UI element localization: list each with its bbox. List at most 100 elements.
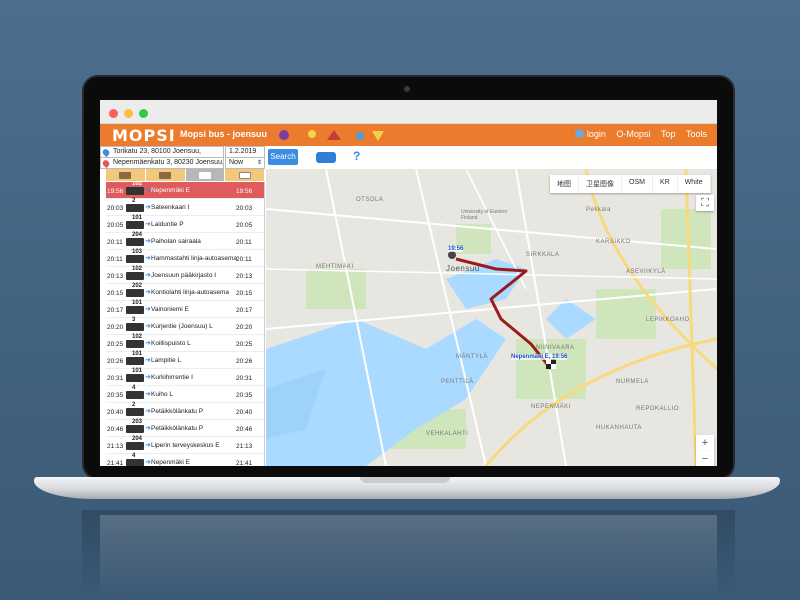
departure-time: 20:35 — [107, 392, 124, 399]
route-row[interactable]: 21:13 204 ➜ Liperin terveyskeskus E 21:13 — [106, 436, 264, 454]
nav-links: login O-Mopsi Top Tools — [567, 129, 707, 139]
route-row[interactable]: 20:03 2 ➜ Sateenkaari I 20:03 — [106, 198, 264, 216]
stop-name: Petäikkölänkatu P — [151, 408, 204, 415]
line-number: 101 — [132, 215, 143, 221]
to-input[interactable]: Nepenmäenkatu 3, 80230 Joensuu, — [100, 157, 224, 169]
route-row[interactable]: 20:05 101 ➜ Laiduntie P 20:05 — [106, 215, 264, 233]
route-row[interactable]: 20:40 2 ➜ Petäikkölänkatu P 20:40 — [106, 402, 264, 420]
tab-photos[interactable] — [146, 169, 186, 181]
arrival-time: 21:41 — [236, 460, 253, 466]
arrival-time: 20:11 — [236, 239, 252, 246]
bus-icon — [126, 272, 144, 280]
route-row[interactable]: 20:20 3 ➜ Kurjentie (Joensuu) L 20:20 — [106, 317, 264, 335]
line-number: 102 — [132, 266, 143, 272]
minimize-window-button[interactable] — [124, 109, 133, 118]
map-type-osm[interactable]: OSM — [622, 175, 653, 193]
nav-tools[interactable]: Tools — [686, 129, 707, 139]
line-number: 4 — [132, 453, 136, 459]
arrival-time: 20:13 — [236, 273, 253, 280]
destination-pin-icon — [101, 158, 111, 168]
route-row[interactable]: 20:11 204 ➜ Paiholan sairaala 20:11 — [106, 232, 264, 250]
route-row[interactable]: 20:35 4 ➜ Kuiho L 20:35 — [106, 385, 264, 403]
stop-name: Vainoniemi E — [151, 306, 189, 313]
bus-icon — [126, 238, 144, 246]
map-label-sirkkala: SIRKKALA — [526, 252, 560, 258]
end-marker-label[interactable]: Nepenmäki E, 19:56 — [511, 354, 568, 360]
map-type-map[interactable]: 地图 — [550, 175, 579, 193]
bus-icon — [126, 306, 144, 314]
departure-time: 20:11 — [107, 239, 123, 246]
walk-arrow-icon: ➜ — [145, 238, 151, 245]
stop-name: Kontiolahti linja-autoasema — [151, 289, 230, 296]
departure-time: 20:05 — [107, 222, 124, 229]
bus-icon — [126, 255, 144, 263]
map-label-university: University of Eastern Finland — [461, 209, 508, 221]
route-row[interactable]: 20:26 101 ➜ Lampitie L 20:26 — [106, 351, 264, 369]
help-button[interactable]: ? — [353, 149, 360, 163]
route-row[interactable]: 21:41 4 ➜ Nepenmäki E 21:41 — [106, 453, 264, 466]
map-view[interactable]: 地图 卫星图像 OSM KR White ⛶ + − OTSOLA MEHTIM… — [266, 169, 717, 466]
route-row[interactable]: 19:56 102 ➜ Nepenmäki E 19:56 — [106, 182, 264, 199]
departure-time: 20:46 — [107, 426, 124, 433]
walk-arrow-icon: ➜ — [145, 255, 151, 262]
nav-top[interactable]: Top — [661, 129, 676, 139]
select-arrows-icon: ⇕ — [256, 160, 262, 166]
route-row[interactable]: 20:13 102 ➜ Joensuun pääkirjasto I 20:13 — [106, 266, 264, 284]
route-row[interactable]: 20:17 101 ➜ Vainoniemi E 20:17 — [106, 300, 264, 318]
laptop-screen: MOPSI Mopsi bus - joensuu login O-Mopsi … — [100, 100, 717, 466]
route-row[interactable]: 20:25 102 ➜ Koillispuisto L 20:25 — [106, 334, 264, 352]
map-label-penttila: PENTTILÄ — [441, 379, 474, 385]
departure-time: 21:13 — [107, 443, 124, 450]
bus-mode-icon[interactable] — [316, 152, 336, 163]
route-row[interactable]: 20:11 103 ➜ Hammastahti linja-autoasema 20:1… — [106, 249, 264, 267]
origin-pin-icon — [101, 147, 111, 157]
time-select[interactable]: Now ⇕ — [225, 157, 265, 169]
arrival-time: 20:17 — [236, 307, 253, 314]
nav-login[interactable]: login — [587, 129, 606, 139]
stop-name: Liperin terveyskeskus E — [151, 442, 220, 449]
line-number: 102 — [132, 334, 143, 340]
nav-o-mopsi[interactable]: O-Mopsi — [616, 129, 650, 139]
arrival-time: 20:25 — [236, 341, 253, 348]
stop-name: Lampitie L — [151, 357, 181, 364]
camera-icon — [159, 171, 172, 179]
walk-arrow-icon: ➜ — [145, 187, 151, 194]
maximize-window-button[interactable] — [139, 109, 148, 118]
map-label-mantyla: MÄNTYLÄ — [456, 354, 488, 360]
bus-icon — [126, 221, 144, 229]
mopsi-logo[interactable]: MOPSI — [112, 126, 176, 145]
map-type-satellite[interactable]: 卫星图像 — [579, 175, 622, 193]
route-row[interactable]: 20:15 202 ➜ Kontiolahti linja-autoasema 20:1… — [106, 283, 264, 301]
departure-time: 20:03 — [107, 205, 124, 212]
departure-time: 20:40 — [107, 409, 124, 416]
arrival-time: 20:03 — [236, 205, 253, 212]
start-marker-label[interactable]: 19:56 — [448, 246, 464, 252]
departure-time: 20:11 — [107, 256, 123, 263]
route-row[interactable]: 20:46 203 ➜ Petäikkölänkatu P 20:46 — [106, 419, 264, 437]
bus-icon — [126, 289, 144, 297]
walk-arrow-icon: ➜ — [145, 340, 151, 347]
zoom-in-button[interactable]: + — [696, 435, 714, 451]
map-type-kr[interactable]: KR — [653, 175, 678, 193]
arrival-time: 20:20 — [236, 324, 253, 331]
tab-bus[interactable] — [185, 169, 226, 181]
arrival-time: 20:35 — [236, 392, 253, 399]
line-number: 101 — [132, 368, 143, 374]
line-number: 204 — [132, 232, 143, 238]
stop-name: Paiholan sairaala — [151, 238, 201, 245]
walk-arrow-icon: ➜ — [145, 425, 151, 432]
route-row[interactable]: 20:31 101 ➜ Kurkihirrentie I 20:31 — [106, 368, 264, 386]
map-label-otsola: OTSOLA — [356, 197, 384, 203]
zoom-out-button[interactable]: − — [696, 451, 714, 466]
tab-notes[interactable] — [225, 169, 265, 181]
fullscreen-button[interactable]: ⛶ — [696, 195, 714, 211]
close-window-button[interactable] — [109, 109, 118, 118]
bus-icon — [126, 204, 144, 212]
map-label-niinivaara: NIINIVAARA — [536, 345, 575, 351]
line-number: 2 — [132, 402, 136, 408]
departure-time: 20:15 — [107, 290, 124, 297]
search-button[interactable]: Search — [268, 149, 298, 165]
map-type-white[interactable]: White — [678, 175, 711, 193]
walk-arrow-icon: ➜ — [145, 204, 151, 211]
tab-people[interactable] — [106, 169, 146, 181]
